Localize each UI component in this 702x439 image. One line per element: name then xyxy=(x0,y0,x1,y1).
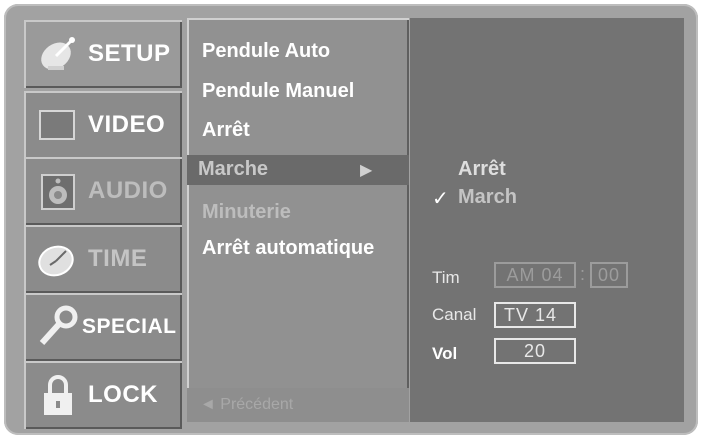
option-arret[interactable]: Arrêt xyxy=(458,158,506,181)
volume-label: Vol xyxy=(432,344,458,363)
menu-item-pendule-manuel[interactable]: Pendule Manuel xyxy=(202,80,354,103)
time-separator: : xyxy=(580,264,586,284)
category-label: TIME xyxy=(88,245,148,272)
time-minute-field[interactable]: 00 xyxy=(590,262,628,288)
menu-item-pendule-auto[interactable]: Pendule Auto xyxy=(202,40,330,63)
key-icon xyxy=(39,305,78,346)
checkmark-icon: ✓ xyxy=(432,188,449,210)
category-label: LOCK xyxy=(88,381,158,408)
menu-item-arret[interactable]: Arrêt xyxy=(202,119,250,142)
channel-field[interactable]: TV 14 xyxy=(494,302,576,328)
category-setup[interactable]: SETUP xyxy=(24,20,182,88)
category-special[interactable]: SPECIAL xyxy=(24,293,182,361)
category-label: AUDIO xyxy=(88,177,168,204)
speaker-icon xyxy=(41,174,75,210)
category-audio[interactable]: AUDIO xyxy=(24,157,182,225)
right-arrow-icon: ▶ xyxy=(360,162,373,179)
satellite-dish-icon xyxy=(41,37,75,70)
menu-item-arret-automatique[interactable]: Arrêt automatique xyxy=(202,237,374,260)
category-label: VIDEO xyxy=(88,111,166,138)
screen-icon xyxy=(39,110,75,140)
padlock-icon xyxy=(44,375,72,415)
volume-field[interactable]: 20 xyxy=(494,338,576,364)
menu-item-minuterie[interactable]: Minuterie xyxy=(202,201,291,224)
previous-label: ◄ Précédent xyxy=(200,396,294,413)
category-time[interactable]: TIME xyxy=(24,225,182,293)
category-lock[interactable]: LOCK xyxy=(24,361,182,429)
channel-label: Canal xyxy=(432,305,477,324)
category-video[interactable]: VIDEO xyxy=(24,91,182,159)
category-label: SETUP xyxy=(88,40,171,67)
clock-icon xyxy=(38,245,74,277)
time-hour-field[interactable]: AM 04 xyxy=(494,262,576,288)
time-label: Tim xyxy=(432,268,460,287)
category-label: SPECIAL xyxy=(82,315,177,338)
menu-item-marche[interactable]: Marche xyxy=(198,158,268,181)
option-march[interactable]: March xyxy=(458,186,517,209)
